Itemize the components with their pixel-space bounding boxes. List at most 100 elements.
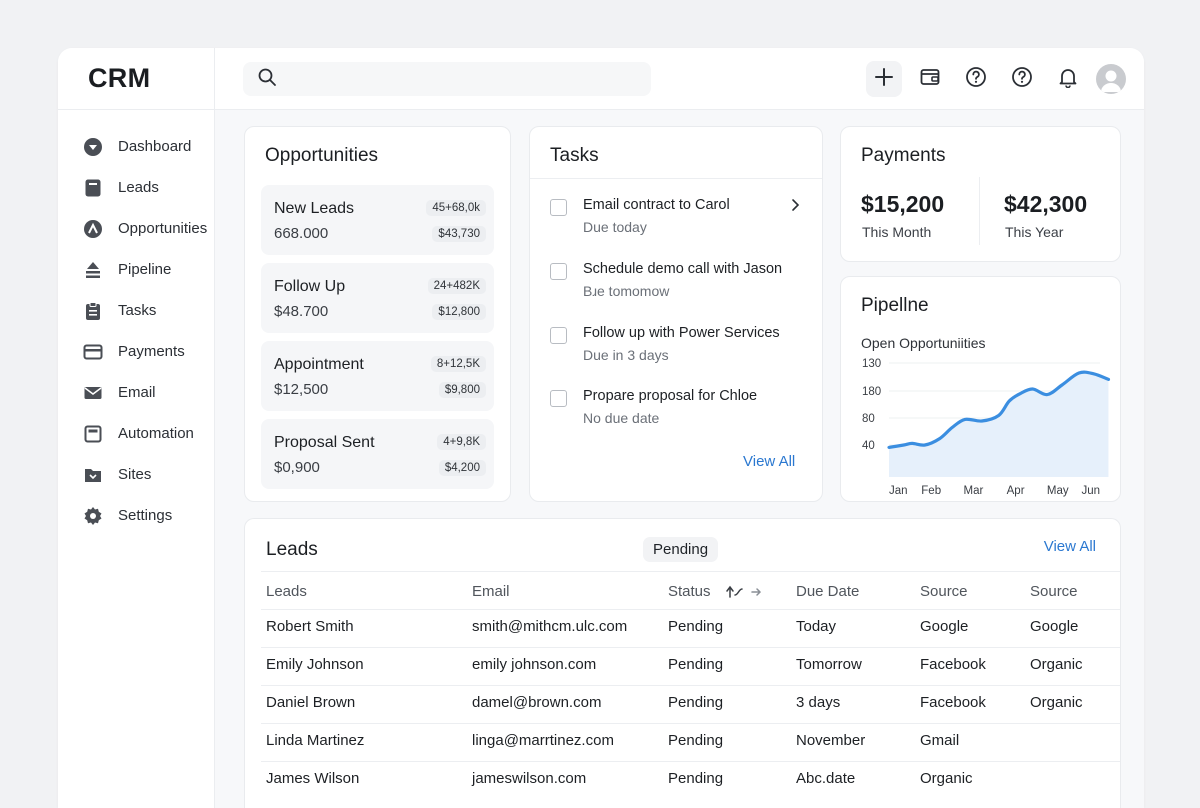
task-checkbox[interactable] bbox=[550, 199, 567, 216]
sidebar: CRM Dashboard Leads Opportunities Pipeli… bbox=[58, 48, 215, 808]
help-button[interactable] bbox=[958, 61, 994, 97]
sort-icon[interactable] bbox=[725, 583, 765, 601]
column-header-status[interactable]: Status bbox=[668, 583, 711, 600]
sidebar-item-opportunities[interactable]: Opportunities bbox=[58, 208, 214, 249]
task-title: Follow up with Power Services bbox=[583, 325, 780, 341]
sidebar-item-label: Payments bbox=[118, 343, 185, 360]
sidebar-item-pipeline[interactable]: Pipeline bbox=[58, 249, 214, 290]
sidebar-item-label: Tasks bbox=[118, 302, 157, 319]
wallet-icon bbox=[919, 66, 941, 93]
lead-due-date: Abc.date bbox=[796, 770, 856, 787]
opportunity-amount-badge: $43,730 bbox=[432, 226, 486, 242]
sidebar-item-dashboard[interactable]: Dashboard bbox=[58, 126, 214, 167]
divider bbox=[530, 178, 822, 179]
opportunity-name: New Leads bbox=[274, 200, 355, 217]
sidebar-item-settings[interactable]: Settings bbox=[58, 495, 214, 536]
opportunity-amount-badge: $12,800 bbox=[432, 304, 486, 320]
table-row[interactable]: Robert Smith smith@mithcm.ulc.com Pending T… bbox=[245, 609, 1120, 647]
sidebar-item-label: Email bbox=[118, 384, 156, 401]
lead-email: emily johnson.com bbox=[472, 656, 597, 673]
x-tick-label: Jun bbox=[1081, 485, 1100, 497]
lead-source: Facebook bbox=[920, 694, 986, 711]
opportunities-icon bbox=[83, 219, 103, 239]
table-row[interactable]: James Wilson jameswilson.com Pending Abc.da… bbox=[245, 761, 1120, 799]
tasks-card: Tasks Email contract to Carol Due today … bbox=[529, 126, 823, 502]
y-tick-label: 40 bbox=[862, 440, 875, 452]
task-checkbox[interactable] bbox=[550, 263, 567, 280]
lead-source: Facebook bbox=[920, 656, 986, 673]
opportunity-item[interactable]: Proposal Sent $0,900 4+9,8K $4,200 bbox=[261, 419, 494, 489]
task-checkbox[interactable] bbox=[550, 327, 567, 344]
lead-email: jameswilson.com bbox=[472, 770, 587, 787]
opportunity-count-badge: 45+68,0k bbox=[426, 200, 486, 216]
lead-name: Daniel Brown bbox=[266, 694, 356, 711]
lead-source-secondary: Organic bbox=[1030, 694, 1083, 711]
task-due: Due in 3 days bbox=[583, 347, 669, 363]
search-input[interactable] bbox=[287, 71, 651, 87]
lead-status: Pending bbox=[668, 770, 724, 787]
search-icon bbox=[257, 67, 277, 92]
lead-status: Pending bbox=[668, 656, 724, 673]
sidebar-item-tasks[interactable]: Tasks bbox=[58, 290, 214, 331]
chevron-right-icon[interactable] bbox=[788, 198, 802, 212]
column-header-due-date[interactable]: Due Date bbox=[796, 583, 859, 600]
opportunity-name: Follow Up bbox=[274, 278, 346, 295]
payments-icon bbox=[83, 342, 103, 362]
column-header-email[interactable]: Email bbox=[472, 583, 510, 600]
task-item[interactable]: Propare proposal for Chloe No due date bbox=[550, 388, 810, 436]
opportunity-item[interactable]: Follow Up $48.700 24+482K $12,800 bbox=[261, 263, 494, 333]
opportunity-item[interactable]: Appointment $12,500 8+12,5K $9,800 bbox=[261, 341, 494, 411]
task-item[interactable]: Schedule demo call with Jason Bɹe tomomo… bbox=[550, 261, 810, 309]
help-button-secondary[interactable] bbox=[1004, 61, 1040, 97]
lead-name: Emily Johnson bbox=[266, 656, 364, 673]
table-row[interactable]: Linda Martinez linga@marrtinez.com Pending… bbox=[245, 723, 1120, 761]
lead-source: Google bbox=[920, 618, 969, 635]
sidebar-item-label: Dashboard bbox=[118, 138, 192, 155]
table-row[interactable]: Daniel Brown damel@brown.com Pending 3 days… bbox=[245, 685, 1120, 723]
x-tick-label: May bbox=[1047, 485, 1069, 497]
task-item[interactable]: Follow up with Power Services Due in 3 d… bbox=[550, 325, 810, 373]
lead-email: damel@brown.com bbox=[472, 694, 602, 711]
add-button[interactable] bbox=[866, 61, 902, 97]
search-bar[interactable] bbox=[243, 62, 651, 96]
lead-source: Organic bbox=[920, 770, 973, 787]
series-area bbox=[889, 372, 1109, 477]
avatar[interactable] bbox=[1096, 64, 1126, 94]
app-window: CRM Dashboard Leads Opportunities Pipeli… bbox=[58, 48, 1144, 808]
task-checkbox[interactable] bbox=[550, 390, 567, 407]
task-due: Bɹe tomomow bbox=[583, 283, 670, 299]
tasks-view-all-link[interactable]: View All bbox=[743, 453, 795, 470]
column-header-source-secondary[interactable]: Source bbox=[1030, 583, 1078, 600]
y-tick-label: 80 bbox=[862, 413, 875, 425]
leads-view-all-link[interactable]: View All bbox=[1044, 538, 1096, 555]
sidebar-item-automation[interactable]: Automation bbox=[58, 413, 214, 454]
sidebar-nav: Dashboard Leads Opportunities Pipeline T… bbox=[58, 110, 214, 536]
sidebar-item-sites[interactable]: Sites bbox=[58, 454, 214, 495]
status-filter-pill[interactable]: Pending bbox=[643, 537, 719, 562]
lead-name: James Wilson bbox=[266, 770, 360, 787]
gear-icon bbox=[83, 506, 103, 526]
lead-source: Gmail bbox=[920, 732, 960, 749]
opportunities-title: Opportunities bbox=[265, 145, 379, 166]
top-actions bbox=[856, 61, 1126, 97]
column-header-source[interactable]: Source bbox=[920, 583, 968, 600]
sidebar-item-payments[interactable]: Payments bbox=[58, 331, 214, 372]
plus-icon bbox=[873, 66, 895, 93]
sidebar-item-label: Leads bbox=[118, 179, 159, 196]
sidebar-item-leads[interactable]: Leads bbox=[58, 167, 214, 208]
leads-icon bbox=[83, 178, 103, 198]
table-row[interactable]: Emily Johnson emily johnson.com Pending Tom… bbox=[245, 647, 1120, 685]
sidebar-item-email[interactable]: Email bbox=[58, 372, 214, 413]
payments-card: Payments $15,200 This Month $42,300 This… bbox=[840, 126, 1121, 262]
wallet-button[interactable] bbox=[912, 61, 948, 97]
sidebar-item-label: Sites bbox=[118, 466, 152, 483]
sidebar-item-label: Opportunities bbox=[118, 220, 208, 237]
task-due: No due date bbox=[583, 410, 660, 426]
task-item[interactable]: Email contract to Carol Due today bbox=[550, 197, 810, 245]
notifications-button[interactable] bbox=[1050, 61, 1086, 97]
opportunity-name: Proposal Sent bbox=[274, 434, 375, 451]
column-header-leads[interactable]: Leads bbox=[266, 583, 307, 600]
opportunity-item[interactable]: New Leads 668.000 45+68,0k $43,730 bbox=[261, 185, 494, 255]
task-title: Email contract to Carol bbox=[583, 197, 730, 213]
opportunities-card: Opportunities New Leads 668.000 45+68,0k… bbox=[244, 126, 511, 502]
